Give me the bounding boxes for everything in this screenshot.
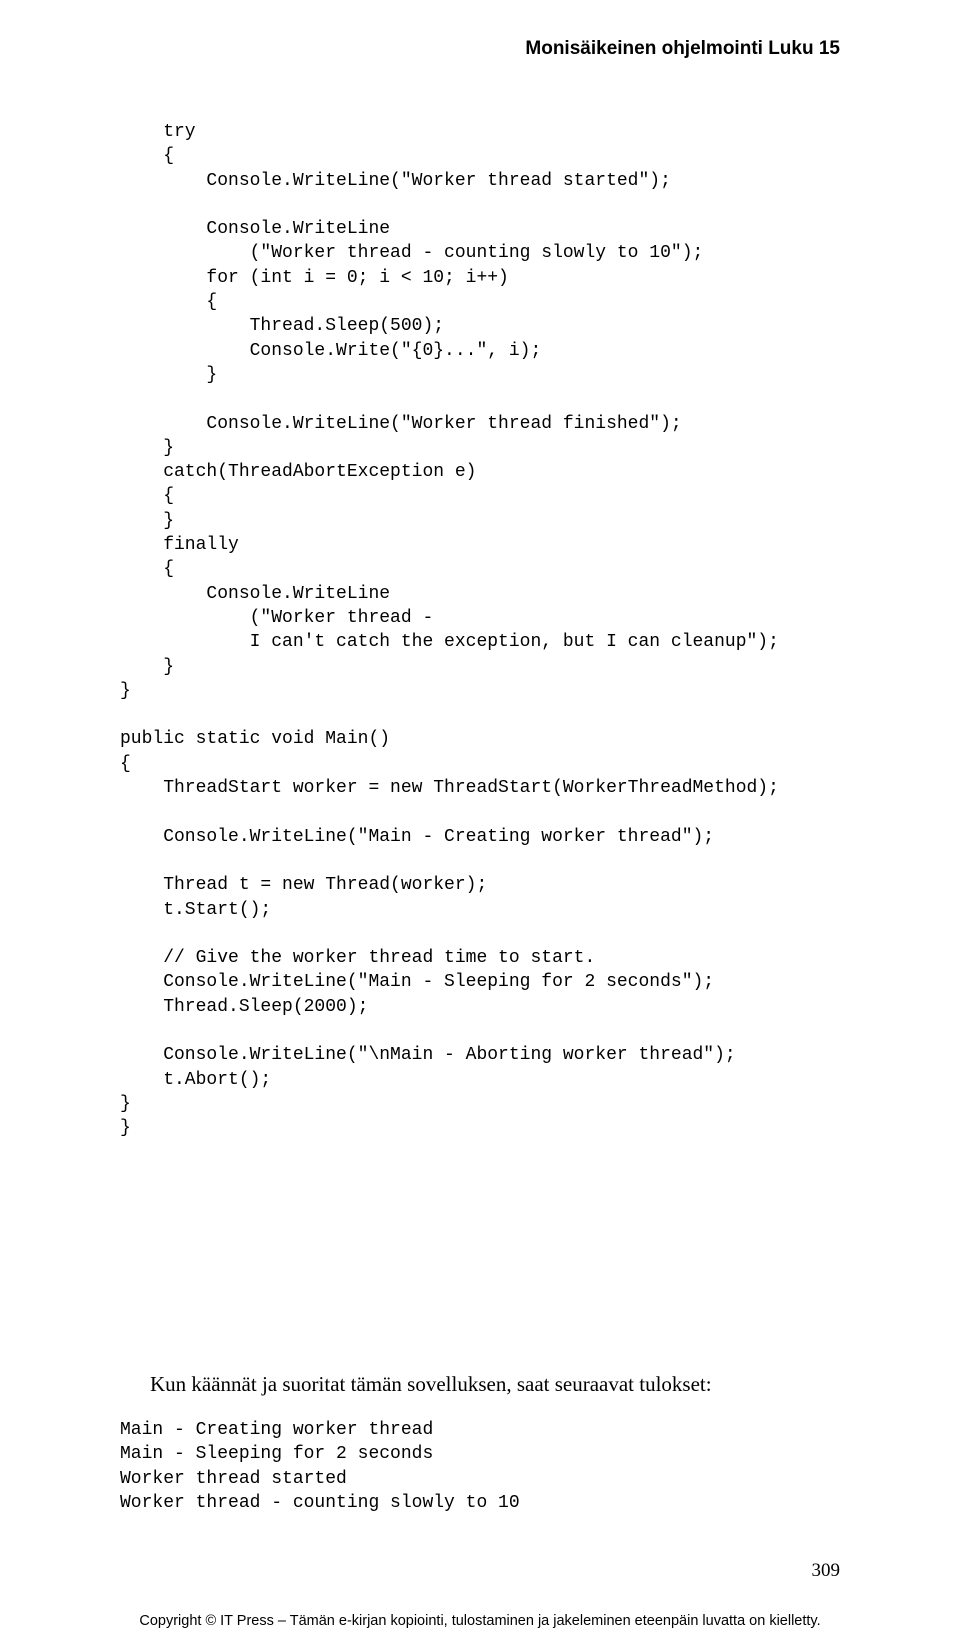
code-listing: try { Console.WriteLine("Worker thread s… bbox=[120, 120, 840, 1140]
copyright-footer: Copyright © IT Press – Tämän e-kirjan ko… bbox=[0, 1613, 960, 1629]
body-paragraph: Kun käännät ja suoritat tämän sovellukse… bbox=[150, 1370, 840, 1398]
page: Monisäikeinen ohjelmointi Luku 15 try { … bbox=[0, 0, 960, 1649]
page-number: 309 bbox=[812, 1560, 841, 1582]
program-output: Main - Creating worker thread Main - Sle… bbox=[120, 1418, 840, 1515]
chapter-header: Monisäikeinen ohjelmointi Luku 15 bbox=[525, 38, 840, 60]
